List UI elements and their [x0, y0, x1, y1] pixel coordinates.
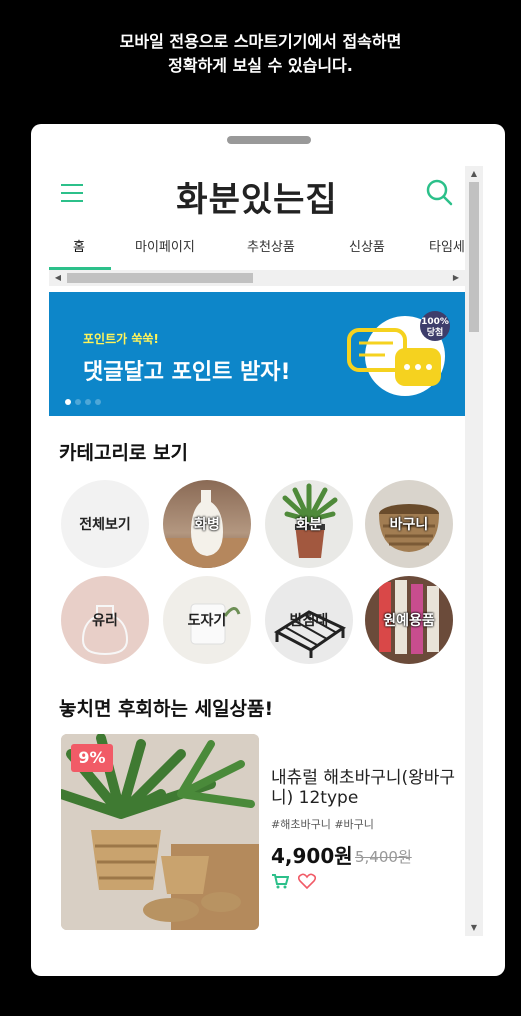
tab-home[interactable]: 홈: [73, 236, 85, 255]
product-original-price: 5,400원: [355, 848, 412, 866]
category-glass[interactable]: 유리: [61, 576, 149, 664]
banner-badge-percent: 100%: [421, 317, 449, 327]
heart-icon[interactable]: [298, 873, 317, 889]
scroll-down-arrow-icon[interactable]: ▼: [465, 920, 483, 936]
banner-subtitle: 포인트가 쑥쑥!: [83, 332, 159, 346]
category-vase[interactable]: 화병: [163, 480, 251, 568]
banner-dot[interactable]: [75, 399, 81, 405]
category-ceramic[interactable]: 도자기: [163, 576, 251, 664]
category-label: 바구니: [389, 517, 429, 533]
promo-banner[interactable]: 포인트가 쑥쑥! 댓글달고 포인트 받자! 100% 당첨: [49, 292, 465, 416]
banner-title: 댓글달고 포인트 받자!: [83, 360, 291, 385]
tab-mypage[interactable]: 마이페이지: [135, 236, 195, 255]
banner-dot[interactable]: [85, 399, 91, 405]
tab-timesale[interactable]: 타임세: [429, 236, 465, 255]
category-label: 원예용품: [383, 613, 435, 629]
category-pot[interactable]: 화분: [265, 480, 353, 568]
category-label: 전체보기: [79, 517, 131, 533]
category-label: 받침대: [289, 613, 329, 629]
category-label: 도자기: [187, 613, 227, 629]
category-gardening[interactable]: 원예용품: [365, 576, 453, 664]
cart-icon[interactable]: [271, 873, 289, 889]
category-section-title: 카테고리로 보기: [59, 442, 188, 464]
notice-line-2: 정확하게 보실 수 있습니다.: [168, 56, 353, 75]
phone-frame: 화분있는집 홈 마이페이지 추천상품 신상품 타임세 ◀ ▶ 포인트가 쑥쑥! …: [31, 124, 505, 976]
scroll-up-arrow-icon[interactable]: ▲: [465, 166, 483, 182]
product-price: 4,900원: [271, 844, 353, 868]
app-header: 화분있는집: [49, 166, 465, 220]
banner-dot[interactable]: [95, 399, 101, 405]
sale-section-title: 놓치면 후회하는 세일상품!: [59, 698, 274, 720]
vertical-scroll-thumb[interactable]: [469, 182, 479, 332]
notice-line-1: 모바일 전용으로 스마트기기에서 접속하면: [119, 32, 402, 51]
mobile-screen[interactable]: 화분있는집 홈 마이페이지 추천상품 신상품 타임세 ◀ ▶ 포인트가 쑥쑥! …: [49, 166, 465, 936]
brand-logo[interactable]: 화분있는집: [49, 172, 465, 221]
banner-pagination: [65, 390, 105, 409]
category-stand[interactable]: 받침대: [265, 576, 353, 664]
discount-badge: 9%: [71, 744, 113, 772]
tab-recommended[interactable]: 추천상품: [247, 236, 295, 255]
product-image[interactable]: 9%: [61, 734, 259, 930]
horizontal-scroll-thumb[interactable]: [67, 273, 253, 283]
scroll-right-arrow-icon[interactable]: ▶: [449, 270, 463, 286]
speech-bubble-icon: 100% 당첨: [347, 311, 450, 396]
category-all[interactable]: 전체보기: [61, 480, 149, 568]
vertical-scrollbar[interactable]: ▲ ▼: [465, 166, 483, 936]
product-actions: [271, 870, 317, 889]
scroll-left-arrow-icon[interactable]: ◀: [51, 270, 65, 286]
phone-speaker: [227, 136, 311, 144]
product-tags: #해초바구니 #바구니: [271, 818, 374, 831]
nav-tabs: 홈 마이페이지 추천상품 신상품 타임세: [49, 220, 465, 270]
search-icon[interactable]: [425, 178, 453, 206]
product-name[interactable]: 내츄럴 해초바구니(왕바구니) 12type: [271, 768, 461, 808]
tabs-horizontal-scrollbar[interactable]: ◀ ▶: [49, 270, 465, 286]
tab-new-products[interactable]: 신상품: [349, 236, 385, 255]
category-label: 화병: [194, 517, 220, 533]
banner-badge-label: 당첨: [427, 326, 444, 338]
category-label: 화분: [296, 517, 322, 533]
banner-dot[interactable]: [65, 399, 71, 405]
category-label: 유리: [92, 613, 118, 629]
category-basket[interactable]: 바구니: [365, 480, 453, 568]
mobile-only-notice: 모바일 전용으로 스마트기기에서 접속하면 정확하게 보실 수 있습니다.: [0, 30, 521, 78]
